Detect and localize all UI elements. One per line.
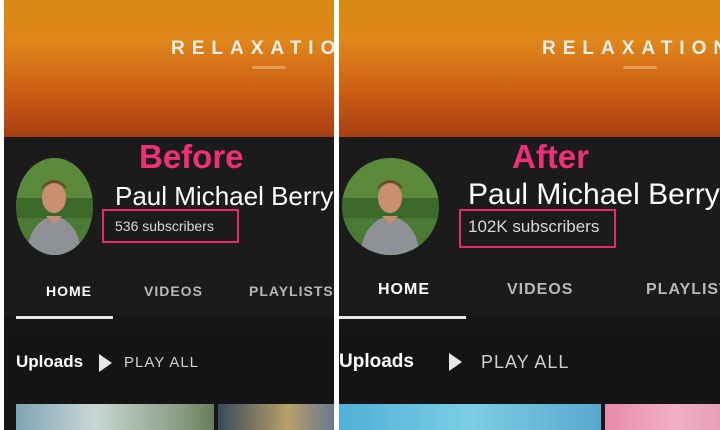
active-tab-indicator xyxy=(16,316,113,319)
banner-subtext-line xyxy=(252,66,286,69)
channel-header: Before Paul Michael Berry 536 subscriber… xyxy=(4,137,334,319)
video-thumbnail[interactable] xyxy=(605,404,720,430)
after-panel: RELAXATION After Paul Michael Berry 102K… xyxy=(339,0,720,430)
active-tab-indicator xyxy=(339,316,466,319)
uploads-shelf: Uploads PLAY ALL xyxy=(339,332,720,402)
before-panel: RELAXATION Before Paul Michael Berry 536… xyxy=(4,0,334,430)
channel-name: Paul Michael Berry xyxy=(468,178,720,211)
uploads-shelf: Uploads PLAY ALL xyxy=(4,332,334,402)
tab-videos[interactable]: VIDEOS xyxy=(144,283,203,299)
tab-playlists[interactable]: PLAYLIST xyxy=(646,281,720,299)
banner-subtext-line xyxy=(623,66,657,69)
banner-title: RELAXATION xyxy=(542,38,720,59)
channel-name: Paul Michael Berry xyxy=(115,181,334,211)
tab-home[interactable]: HOME xyxy=(46,283,92,299)
video-thumbnail[interactable] xyxy=(218,404,334,430)
tab-playlists[interactable]: PLAYLISTS xyxy=(249,283,334,299)
tab-home[interactable]: HOME xyxy=(378,281,430,299)
play-all-button[interactable]: PLAY ALL xyxy=(481,352,569,373)
subscriber-count: 536 subscribers xyxy=(115,218,214,234)
video-thumbnail[interactable] xyxy=(16,404,214,430)
channel-banner: RELAXATION xyxy=(339,0,720,137)
tab-videos[interactable]: VIDEOS xyxy=(507,281,573,299)
channel-avatar[interactable] xyxy=(342,158,439,255)
avatar-photo-icon xyxy=(342,158,439,255)
subscriber-count: 102K subscribers xyxy=(468,217,600,236)
banner-title: RELAXATION xyxy=(171,38,334,59)
uploads-label: Uploads xyxy=(16,352,84,371)
play-icon[interactable] xyxy=(99,354,112,372)
uploads-label: Uploads xyxy=(339,351,414,372)
play-all-button[interactable]: PLAY ALL xyxy=(124,354,199,371)
channel-header: After Paul Michael Berry 102K subscriber… xyxy=(339,137,720,319)
channel-avatar[interactable] xyxy=(16,158,93,255)
play-icon[interactable] xyxy=(449,353,462,371)
before-label: Before xyxy=(139,138,244,175)
channel-banner: RELAXATION xyxy=(4,0,334,137)
after-label: After xyxy=(512,138,590,175)
avatar-photo-icon xyxy=(16,158,93,255)
video-thumbnail[interactable] xyxy=(339,404,601,430)
